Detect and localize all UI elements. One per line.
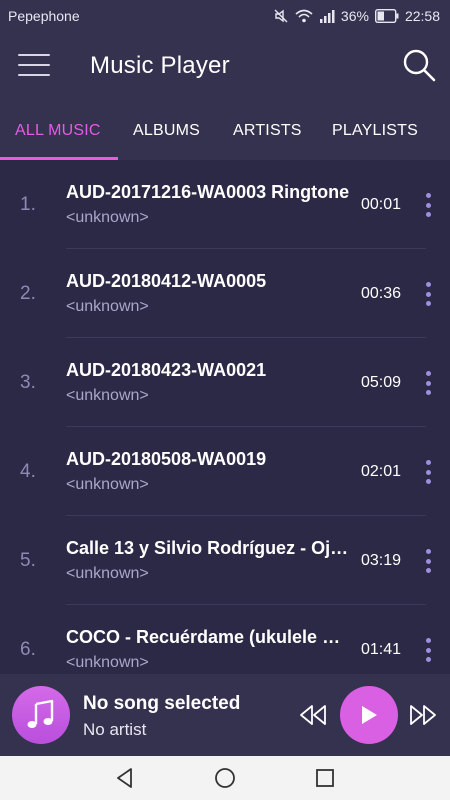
song-artist: <unknown>	[66, 298, 149, 315]
tab-artists[interactable]: ARTISTS	[233, 102, 302, 160]
mini-player[interactable]: No song selected No artist	[0, 674, 450, 756]
song-title: AUD-20180412-WA0005	[66, 271, 267, 291]
signal-icon	[319, 10, 335, 23]
song-title: AUD-20171216-WA0003 Ringtone	[66, 182, 350, 202]
more-options-icon[interactable]	[420, 549, 436, 573]
song-title: AUD-20180423-WA0021	[66, 360, 267, 380]
recents-icon[interactable]	[313, 766, 337, 790]
back-icon[interactable]	[113, 766, 137, 790]
rewind-icon[interactable]	[298, 704, 328, 726]
app-header: Music Player	[0, 32, 450, 102]
now-playing-artist: No artist	[83, 720, 147, 739]
song-artist: <unknown>	[66, 387, 149, 404]
tab-albums[interactable]: ALBUMS	[133, 102, 200, 160]
search-icon[interactable]	[402, 48, 436, 82]
track-number: 4.	[20, 461, 36, 482]
status-icons: 36% 22:58	[273, 8, 440, 24]
song-duration: 02:01	[361, 463, 402, 480]
list-item[interactable]: 6. COCO - Recuérdame (ukulele cover) <un…	[0, 605, 450, 674]
wifi-icon	[295, 9, 313, 23]
music-note-icon	[27, 699, 54, 728]
now-playing-title: No song selected	[83, 693, 241, 714]
home-icon[interactable]	[213, 766, 237, 790]
list-item[interactable]: 3. AUD-20180423-WA0021 <unknown> 05:09	[0, 338, 450, 427]
song-artist: <unknown>	[66, 654, 149, 671]
song-artist: <unknown>	[66, 476, 149, 493]
track-number: 2.	[20, 283, 36, 304]
track-number: 5.	[20, 550, 36, 571]
song-duration: 00:01	[361, 196, 402, 213]
track-number: 6.	[20, 639, 36, 660]
status-bar: Pepephone 36% 22:58	[0, 0, 450, 32]
play-icon	[362, 706, 377, 724]
battery-icon	[374, 9, 399, 23]
more-options-icon[interactable]	[420, 282, 436, 306]
battery-percent: 36%	[340, 8, 369, 24]
song-title: AUD-20180508-WA0019	[66, 449, 267, 469]
list-item[interactable]: 2. AUD-20180412-WA0005 <unknown> 00:36	[0, 249, 450, 338]
fast-forward-icon[interactable]	[408, 704, 438, 726]
list-item[interactable]: 4. AUD-20180508-WA0019 <unknown> 02:01	[0, 427, 450, 516]
song-duration: 03:19	[361, 552, 402, 569]
hamburger-menu-icon[interactable]	[18, 54, 50, 76]
play-button[interactable]	[340, 686, 398, 744]
song-duration: 01:41	[361, 641, 402, 658]
song-title: Calle 13 y Silvio Rodríguez - Ojos color…	[66, 538, 350, 558]
track-number: 1.	[20, 194, 36, 215]
song-artist: <unknown>	[66, 209, 149, 226]
song-list[interactable]: 1. AUD-20171216-WA0003 Ringtone <unknown…	[0, 160, 450, 674]
list-item[interactable]: 1. AUD-20171216-WA0003 Ringtone <unknown…	[0, 160, 450, 249]
track-number: 3.	[20, 372, 36, 393]
system-nav-bar	[0, 756, 450, 800]
song-duration: 00:36	[361, 285, 402, 302]
more-options-icon[interactable]	[420, 460, 436, 484]
album-art[interactable]	[12, 686, 70, 744]
clock: 22:58	[404, 8, 440, 24]
more-options-icon[interactable]	[420, 638, 436, 662]
song-artist: <unknown>	[66, 565, 149, 582]
more-options-icon[interactable]	[420, 371, 436, 395]
page-title: Music Player	[90, 52, 230, 79]
carrier-label: Pepephone	[8, 8, 80, 24]
tab-playlists[interactable]: PLAYLISTS	[332, 102, 418, 160]
song-title: COCO - Recuérdame (ukulele cover)	[66, 627, 350, 647]
mute-icon	[274, 9, 288, 23]
song-duration: 05:09	[361, 374, 402, 391]
list-item[interactable]: 5. Calle 13 y Silvio Rodríguez - Ojos co…	[0, 516, 450, 605]
tab-bar: ALL MUSIC ALBUMS ARTISTS PLAYLISTS	[0, 102, 450, 160]
tab-all-music[interactable]: ALL MUSIC	[15, 102, 101, 160]
more-options-icon[interactable]	[420, 193, 436, 217]
